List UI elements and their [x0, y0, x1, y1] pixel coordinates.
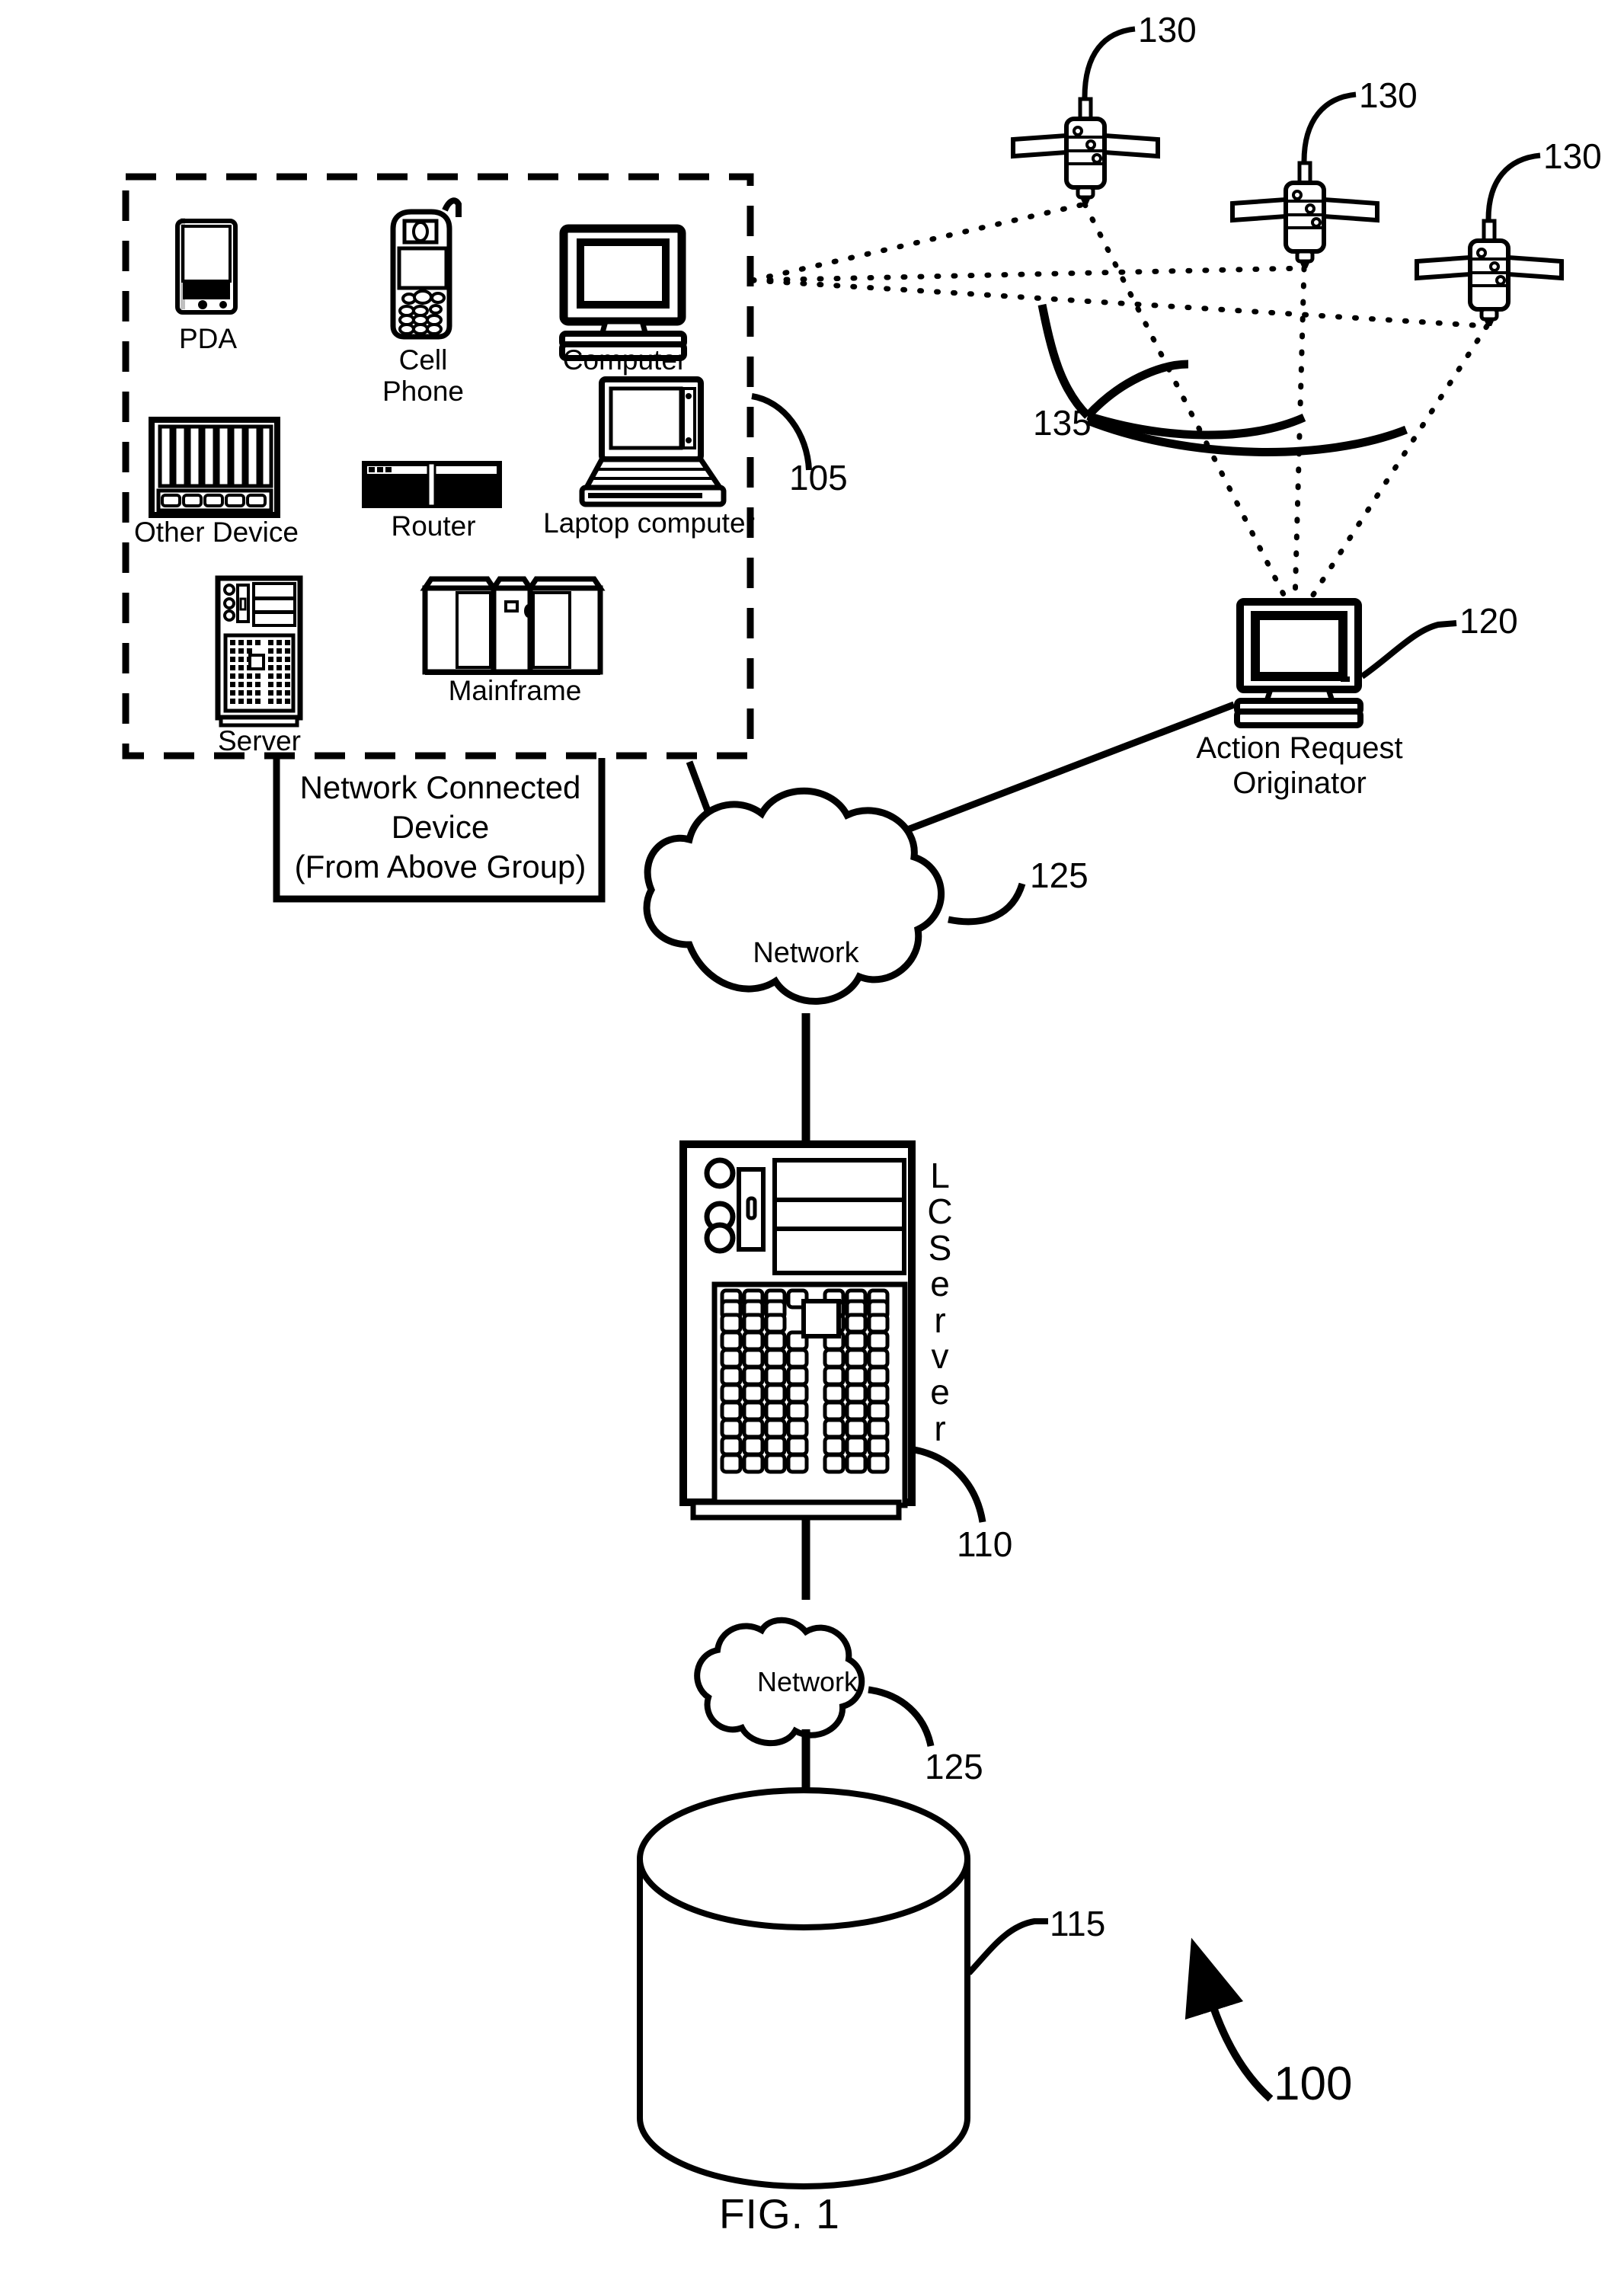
device-group-caption-line1: Network Connected — [299, 769, 581, 805]
satellite-signal-beams — [750, 201, 1490, 605]
device-label-server: Server — [218, 725, 301, 756]
lc-server-vertical-label: L C S e r v e r — [927, 1156, 953, 1448]
laptop-icon — [579, 376, 727, 507]
database-cylinder-icon — [637, 1787, 970, 2189]
device-label-router: Router — [391, 510, 476, 542]
ref-label-130-sat3: 130 — [1543, 136, 1602, 176]
originator-label-line1: Action Request — [1196, 731, 1403, 765]
satellite-icon — [1011, 97, 1160, 204]
network-label-top: Network — [753, 937, 859, 969]
satellite-icon — [1415, 219, 1564, 326]
cloud-icon — [643, 787, 945, 1005]
device-label-pda: PDA — [178, 323, 238, 354]
device-label-other-device: Other Device — [134, 517, 299, 548]
ref-120-leader — [1360, 620, 1457, 680]
device-label-computer: Computer — [562, 344, 687, 376]
patent-figure-page: PDA Cell Phone Computer Other Device Rou… — [0, 0, 1624, 2290]
ref-125-leader-top — [948, 882, 1026, 926]
ref-label-100: 100 — [1274, 2058, 1353, 2110]
device-label-cell-phone: Cell Phone — [382, 344, 464, 408]
desktop-computer-icon — [559, 224, 687, 361]
device-label-laptop-computer: Laptop computer — [543, 507, 755, 539]
signal-arc-135 — [1037, 303, 1408, 456]
desktop-computer-icon — [1234, 598, 1363, 728]
system-ref-arrow-100 — [1184, 1937, 1274, 2102]
server-tower-icon — [215, 575, 303, 728]
router-icon — [362, 461, 502, 508]
ref-label-125-top: 125 — [1030, 856, 1089, 895]
mainframe-icon — [420, 576, 606, 675]
ref-label-115: 115 — [1050, 1904, 1106, 1943]
connector-originator-to-network — [878, 701, 1236, 844]
device-group-caption-line3: (From Above Group) — [294, 849, 587, 884]
ref-115-leader — [967, 1918, 1048, 1975]
ref-label-135: 135 — [1033, 403, 1092, 443]
ref-label-105: 105 — [789, 458, 848, 497]
network-label-bottom: Network — [756, 1666, 858, 1697]
ref-125-leader-bottom — [868, 1686, 935, 1747]
ref-label-110: 110 — [957, 1524, 1013, 1564]
figure-caption: FIG. 1 — [719, 2190, 840, 2237]
satellite-icon — [1230, 161, 1379, 268]
originator-label-line2: Originator — [1232, 766, 1367, 800]
ref-label-125-bottom: 125 — [925, 1747, 983, 1786]
ref-label-120: 120 — [1459, 601, 1518, 641]
ref-label-130-sat1: 130 — [1138, 10, 1197, 50]
device-group-caption-line2: Device — [391, 809, 490, 845]
cell-phone-icon — [390, 197, 462, 340]
pda-icon — [175, 218, 238, 315]
ref-110-leader — [913, 1446, 986, 1523]
server-chassis-icon — [679, 1140, 916, 1521]
other-device-icon — [149, 417, 280, 518]
device-label-mainframe: Mainframe — [448, 675, 582, 706]
ref-label-130-sat2: 130 — [1359, 75, 1418, 115]
